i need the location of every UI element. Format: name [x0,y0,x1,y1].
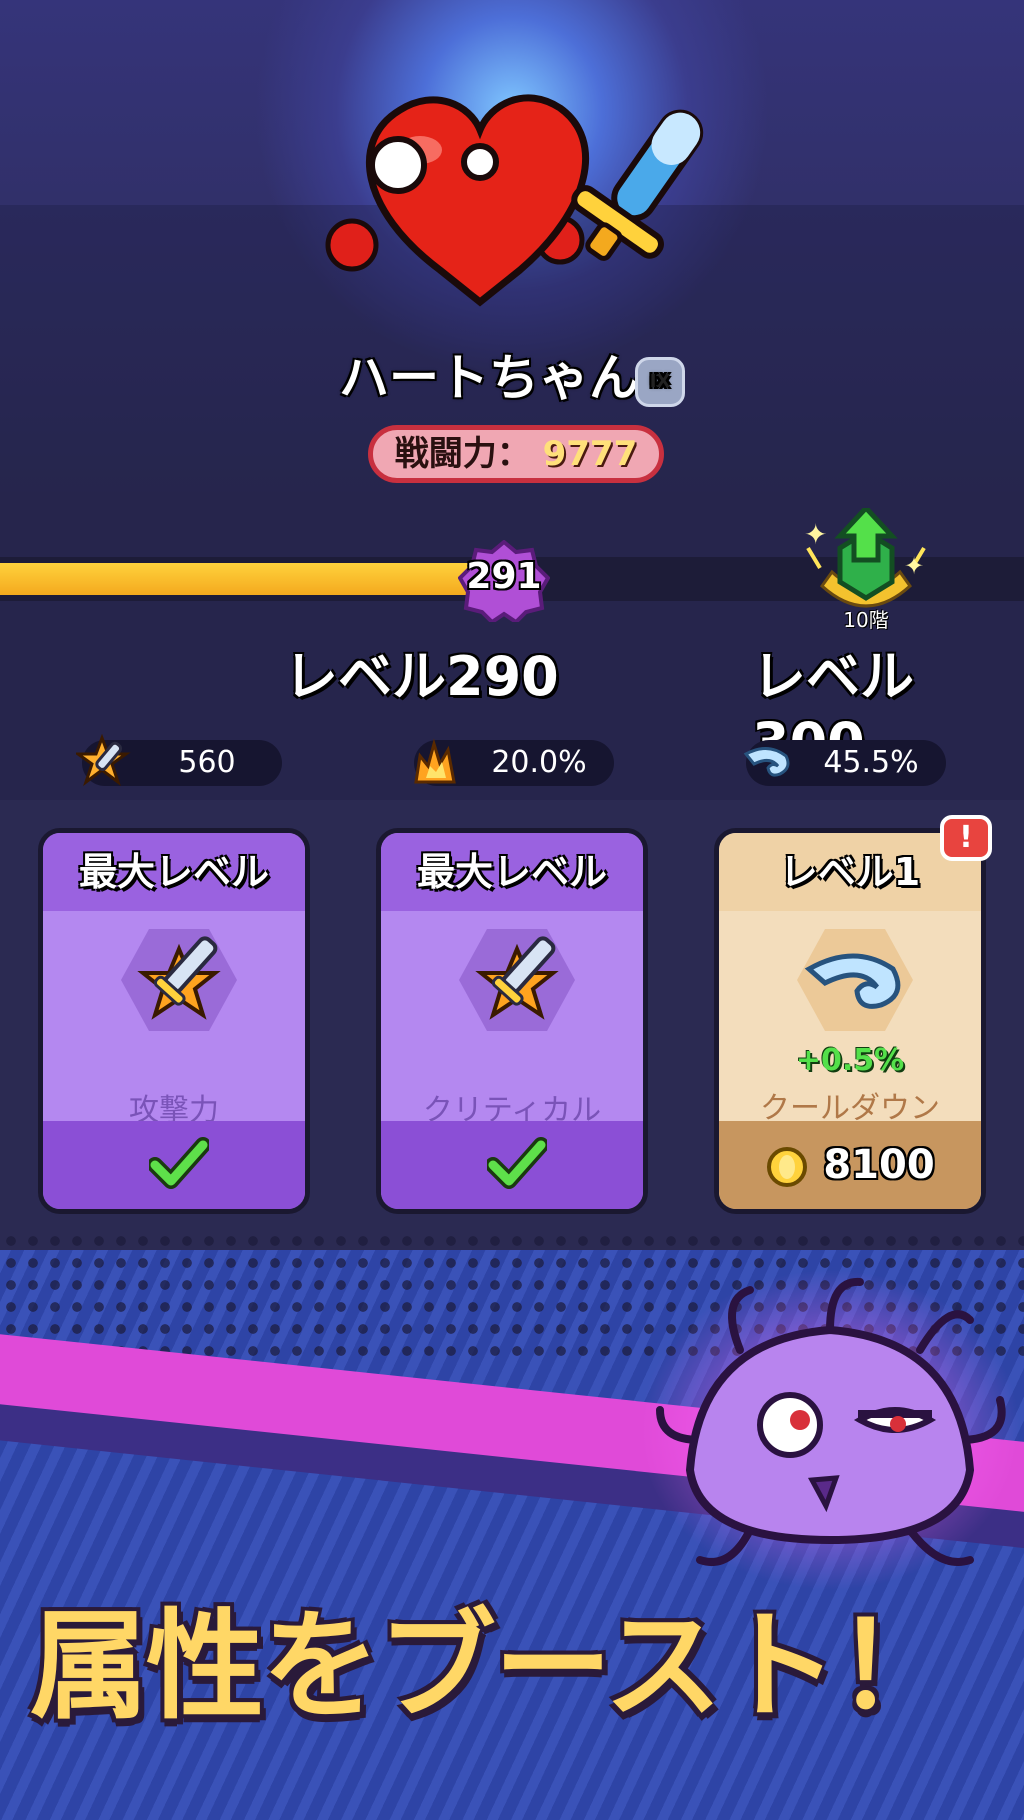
stat-cooldown: 45.5% [743,740,946,786]
wing-icon [743,747,790,777]
sword-star-icon [76,734,131,787]
wing-icon [797,929,913,1031]
card-header: 最大レベル [381,833,643,911]
rank-badge: IX [635,356,685,407]
virus-monster-icon [640,1270,1020,1590]
combat-power-badge: 戦闘力： 9777 [368,425,664,483]
upgrade-price-value: 8100 [823,1142,935,1188]
current-level-marker: 291 [466,556,542,597]
combat-power-value: 9777 [542,434,638,474]
character-name-text: ハートちゃん [339,349,639,407]
svg-text:✦: ✦ [904,552,924,580]
level-progress-fill [0,563,492,595]
character-name: ハートちゃん IX [0,338,1024,410]
checkmark-icon [487,1137,547,1189]
combat-power-label: 戦闘力： [394,434,531,474]
promo-slogan: 属性をブースト！ [30,1597,954,1735]
svg-text:✦: ✦ [804,518,827,551]
card-footer [381,1121,643,1209]
sword-star-icon [459,929,575,1031]
upgrade-card-attack[interactable]: 最大レベル 攻撃力 [38,828,310,1214]
crit-burst-icon [414,738,456,784]
stat-cooldown-value: 45.5% [823,745,919,780]
upgrade-price[interactable]: 8100 [719,1121,981,1209]
card-boost-value: +0.5% [795,1043,905,1078]
current-level-label: レベル290 [284,645,559,708]
alert-badge: ! [940,815,992,861]
floor-label: 10階 [843,608,889,632]
card-footer [43,1121,305,1209]
checkmark-icon [149,1137,209,1189]
upgrade-card-critical[interactable]: 最大レベル クリティカル [376,828,648,1214]
heart-character-icon [325,94,704,307]
upgrade-card-cooldown[interactable]: レベル1 +0.5% クールダウン 8100 [714,828,986,1214]
sword-star-icon [121,929,237,1031]
stat-critical: 20.0% [414,738,614,786]
stat-attack: 560 [76,734,282,787]
stat-attack-value: 560 [178,745,236,780]
stat-critical-value: 20.0% [491,745,587,780]
gold-coin-icon [767,1147,808,1187]
card-header: 最大レベル [43,833,305,911]
